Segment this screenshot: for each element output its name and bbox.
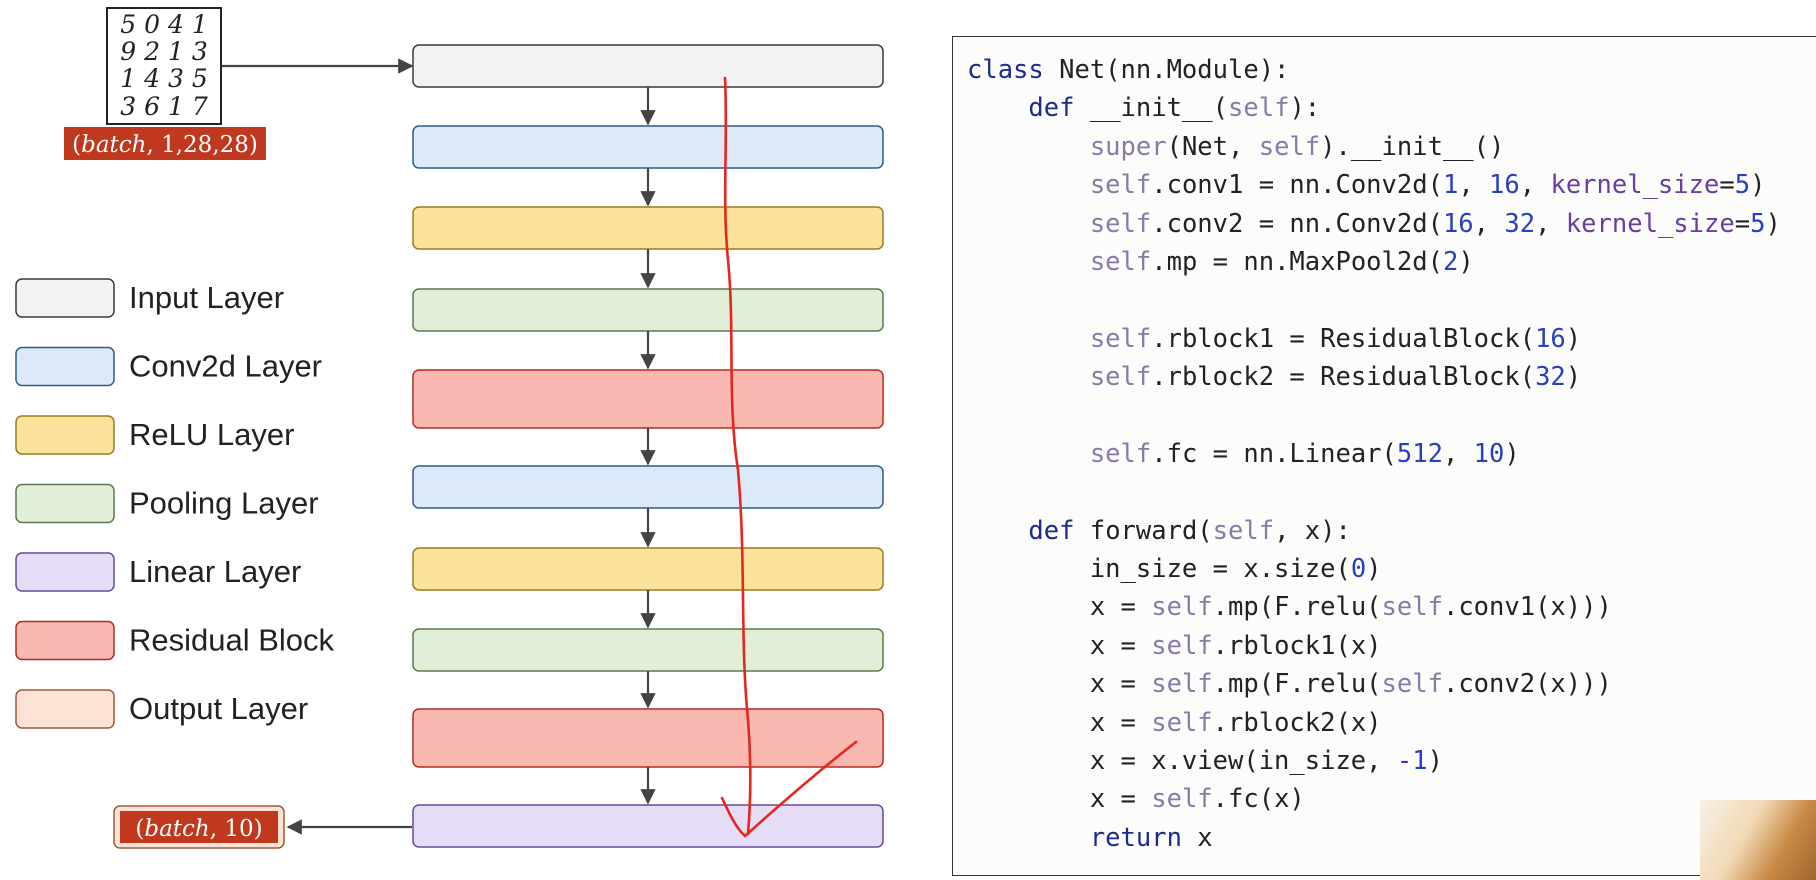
input-shape-label: (batch, 1,28,28) (72, 132, 258, 158)
legend-swatch (15, 620, 115, 661)
legend-swatch (15, 689, 115, 729)
code-line: x = self.mp(F.relu(self.conv2(x))) (967, 669, 1612, 700)
code-line: self.mp = nn.MaxPool2d(2) (1089, 246, 1474, 277)
code-line: x = self.rblock1(x) (967, 630, 1382, 661)
layer-linear-10 (412, 804, 884, 848)
legend-item: Conv2d Layer (15, 346, 322, 387)
layer-residual-5 (412, 369, 884, 429)
code-line: self.conv2 = nn.Conv2d(16, 32, kernel_si… (1089, 208, 1781, 239)
legend-item: Pooling Layer (15, 483, 319, 524)
legend-item: Output Layer (15, 689, 308, 729)
layer-relu-3 (412, 206, 884, 250)
legend-swatch (15, 346, 115, 387)
code-line: x = self.mp(F.relu(self.conv1(x))) (967, 592, 1612, 623)
input-shape-badge: (batch, 1,28,28) (64, 127, 266, 160)
legend-label: ReLU Layer (129, 417, 294, 452)
layer-conv2d-6 (412, 465, 884, 509)
legend-swatch (15, 278, 115, 318)
code-line: x = x.view(in_size, -1) (967, 746, 1443, 777)
code-listing: class Net(nn.Module): def __init__(self)… (967, 51, 1781, 857)
code-line: self.rblock1 = ResidualBlock(16) (1089, 323, 1582, 354)
legend-swatch (15, 415, 115, 455)
digit-row-2: 9 2 1 3 (120, 37, 207, 66)
code-line: x = self.fc(x) (967, 784, 1305, 815)
layer-relu-7 (412, 547, 884, 591)
legend-label: Input Layer (129, 280, 284, 315)
code-line: def forward(self, x): (1028, 515, 1351, 546)
legend-swatch (15, 483, 115, 524)
layer-pooling-4 (412, 288, 884, 332)
legend-item: Residual Block (15, 620, 335, 661)
layer-pooling-8 (412, 628, 884, 672)
code-line: def __init__(self): (1028, 93, 1321, 124)
code-line: self.fc = nn.Linear(512, 10) (1089, 438, 1520, 469)
layer-conv2d-2 (412, 125, 884, 169)
legend-label: Linear Layer (129, 554, 301, 589)
layer-input-1 (412, 44, 884, 88)
legend-label: Residual Block (129, 623, 335, 658)
layer-residual-9 (412, 708, 884, 768)
legend-swatch (15, 552, 115, 592)
legend-label: Pooling Layer (129, 486, 319, 521)
code-line: self.conv1 = nn.Conv2d(1, 16, kernel_siz… (1089, 170, 1766, 201)
code-line: class Net(nn.Module): (967, 55, 1290, 85)
legend: Input Layer Conv2d Layer ReLU Layer Pooling… (15, 278, 335, 729)
output-shape-label: (batch, 10) (135, 816, 262, 842)
code-line: self.rblock2 = ResidualBlock(32) (1089, 362, 1582, 393)
digit-row-1: 5 0 4 1 (120, 10, 207, 39)
code-line: return x (1089, 822, 1213, 853)
legend-item: ReLU Layer (15, 415, 294, 455)
webcam-background (1700, 800, 1816, 880)
input-image: 5 0 4 1 9 2 1 3 1 4 3 5 3 6 1 7 (106, 7, 222, 125)
legend-label: Output Layer (129, 691, 308, 726)
legend-item: Linear Layer (15, 552, 301, 592)
legend-item: Input Layer (15, 278, 284, 318)
code-line: in_size = x.size(0) (967, 554, 1382, 585)
digit-row-3: 1 4 3 5 (120, 64, 207, 93)
digit-row-4: 3 6 1 7 (120, 92, 208, 121)
code-line: super(Net, self).__init__() (1089, 131, 1505, 162)
code-panel: class Net(nn.Module): def __init__(self)… (952, 36, 1816, 876)
output-shape-badge: (batch, 10) (113, 805, 285, 849)
code-line: x = self.rblock2(x) (967, 707, 1382, 738)
legend-label: Conv2d Layer (129, 349, 322, 384)
